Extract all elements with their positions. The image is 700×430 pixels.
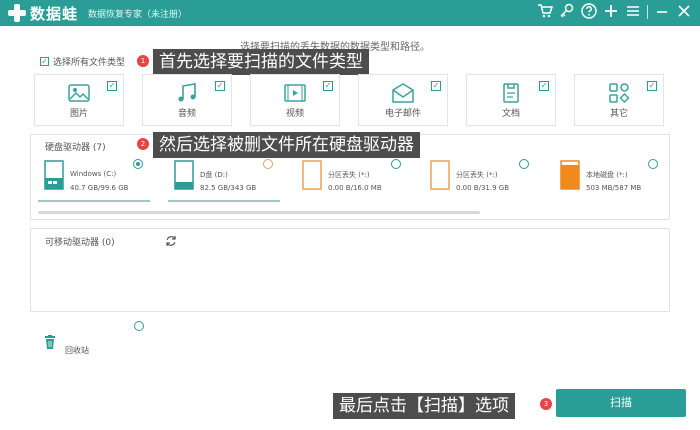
recycle-bin-icon[interactable] bbox=[44, 334, 56, 349]
step-badge-2: 2 bbox=[137, 138, 149, 150]
removable-drive-panel: 可移动驱动器 (0) bbox=[30, 228, 670, 312]
hard-drive-title: 硬盘驱动器 (7) bbox=[45, 143, 106, 153]
app-name: 数据蛙 bbox=[30, 5, 79, 23]
drive-name: 分区丢失 (*:) bbox=[456, 171, 498, 179]
image-icon bbox=[67, 81, 91, 105]
drive-name: 本地磁盘 (*:) bbox=[586, 171, 628, 179]
file-type-label: 文档 bbox=[501, 109, 520, 119]
drive-radio-windows[interactable] bbox=[133, 159, 143, 169]
drive-size: 0.00 B/31.9 GB bbox=[456, 184, 510, 192]
file-type-other[interactable]: ✓ 其它 bbox=[574, 74, 664, 126]
title-bar: 数据蛙 数据恢复专家（未注册） bbox=[0, 0, 700, 26]
audio-checkbox[interactable]: ✓ bbox=[215, 81, 225, 91]
drive-name: 分区丢失 (*:) bbox=[328, 171, 370, 179]
file-type-image[interactable]: ✓ 图片 bbox=[34, 74, 124, 126]
drive-radio-local[interactable] bbox=[648, 159, 658, 169]
callout-step-2: 然后选择被删文件所在硬盘驱动器 bbox=[153, 132, 420, 158]
select-all-types[interactable]: ✓ 选择所有文件类型 bbox=[40, 55, 125, 68]
drive-size: 40.7 GB/99.6 GB bbox=[70, 184, 129, 192]
file-type-label: 视频 bbox=[285, 109, 304, 119]
key-icon[interactable] bbox=[559, 3, 575, 21]
document-icon bbox=[499, 81, 523, 105]
drive-size: 82.5 GB/343 GB bbox=[200, 184, 257, 192]
help-icon[interactable] bbox=[581, 3, 597, 21]
video-checkbox[interactable]: ✓ bbox=[323, 81, 333, 91]
menu-icon[interactable] bbox=[625, 3, 641, 21]
drive-usage-bar bbox=[38, 200, 150, 202]
step-badge-3: 3 bbox=[540, 398, 552, 410]
app-subtitle: 数据恢复专家（未注册） bbox=[88, 10, 188, 20]
minimize-icon[interactable] bbox=[654, 3, 670, 21]
file-type-label: 音频 bbox=[177, 109, 196, 119]
file-type-document[interactable]: ✓ 文档 bbox=[466, 74, 556, 126]
drive-icon bbox=[174, 160, 194, 190]
drive-radio-d[interactable] bbox=[263, 159, 273, 169]
select-all-label: 选择所有文件类型 bbox=[53, 58, 126, 68]
file-type-video[interactable]: ✓ 视频 bbox=[250, 74, 340, 126]
callout-step-1: 首先选择要扫描的文件类型 bbox=[153, 49, 369, 75]
lost-partition-icon bbox=[302, 160, 322, 190]
other-checkbox[interactable]: ✓ bbox=[647, 81, 657, 91]
recycle-bin-radio[interactable] bbox=[134, 321, 144, 331]
drive-radio-lost-1[interactable] bbox=[391, 159, 401, 169]
document-checkbox[interactable]: ✓ bbox=[539, 81, 549, 91]
select-all-checkbox[interactable]: ✓ bbox=[40, 57, 49, 66]
recycle-bin-label: 回收站 bbox=[65, 346, 89, 355]
refresh-icon[interactable] bbox=[165, 232, 177, 246]
cart-icon[interactable] bbox=[537, 3, 554, 21]
removable-drive-title: 可移动驱动器 (0) bbox=[45, 238, 115, 248]
file-type-email[interactable]: ✓ 电子邮件 bbox=[358, 74, 448, 126]
other-icon bbox=[607, 81, 631, 105]
logo-icon bbox=[8, 4, 26, 22]
drive-radio-lost-2[interactable] bbox=[519, 159, 529, 169]
file-type-label: 电子邮件 bbox=[384, 109, 421, 119]
windows-drive-icon bbox=[44, 160, 64, 190]
file-type-label: 图片 bbox=[69, 109, 88, 119]
email-icon bbox=[391, 81, 415, 105]
plus-icon[interactable] bbox=[603, 3, 619, 21]
drive-scrollbar[interactable] bbox=[38, 211, 480, 214]
titlebar-separator bbox=[647, 5, 648, 19]
email-checkbox[interactable]: ✓ bbox=[431, 81, 441, 91]
step-badge-1: 1 bbox=[137, 55, 149, 67]
file-type-label: 其它 bbox=[609, 109, 628, 119]
drive-size: 503 MB/587 MB bbox=[586, 184, 642, 192]
lost-partition-icon bbox=[430, 160, 450, 190]
drive-name: D盘 (D:) bbox=[200, 171, 228, 179]
close-icon[interactable] bbox=[676, 3, 692, 21]
local-disk-icon bbox=[560, 160, 580, 190]
drive-usage-bar bbox=[168, 200, 280, 202]
drive-size: 0.00 B/16.0 MB bbox=[328, 184, 382, 192]
callout-step-3: 最后点击【扫描】选项 bbox=[333, 393, 515, 419]
drive-name: Windows (C:) bbox=[70, 170, 117, 178]
audio-icon bbox=[175, 81, 199, 105]
scan-button[interactable]: 扫描 bbox=[556, 389, 686, 417]
video-icon bbox=[283, 81, 307, 105]
file-type-audio[interactable]: ✓ 音频 bbox=[142, 74, 232, 126]
image-checkbox[interactable]: ✓ bbox=[107, 81, 117, 91]
